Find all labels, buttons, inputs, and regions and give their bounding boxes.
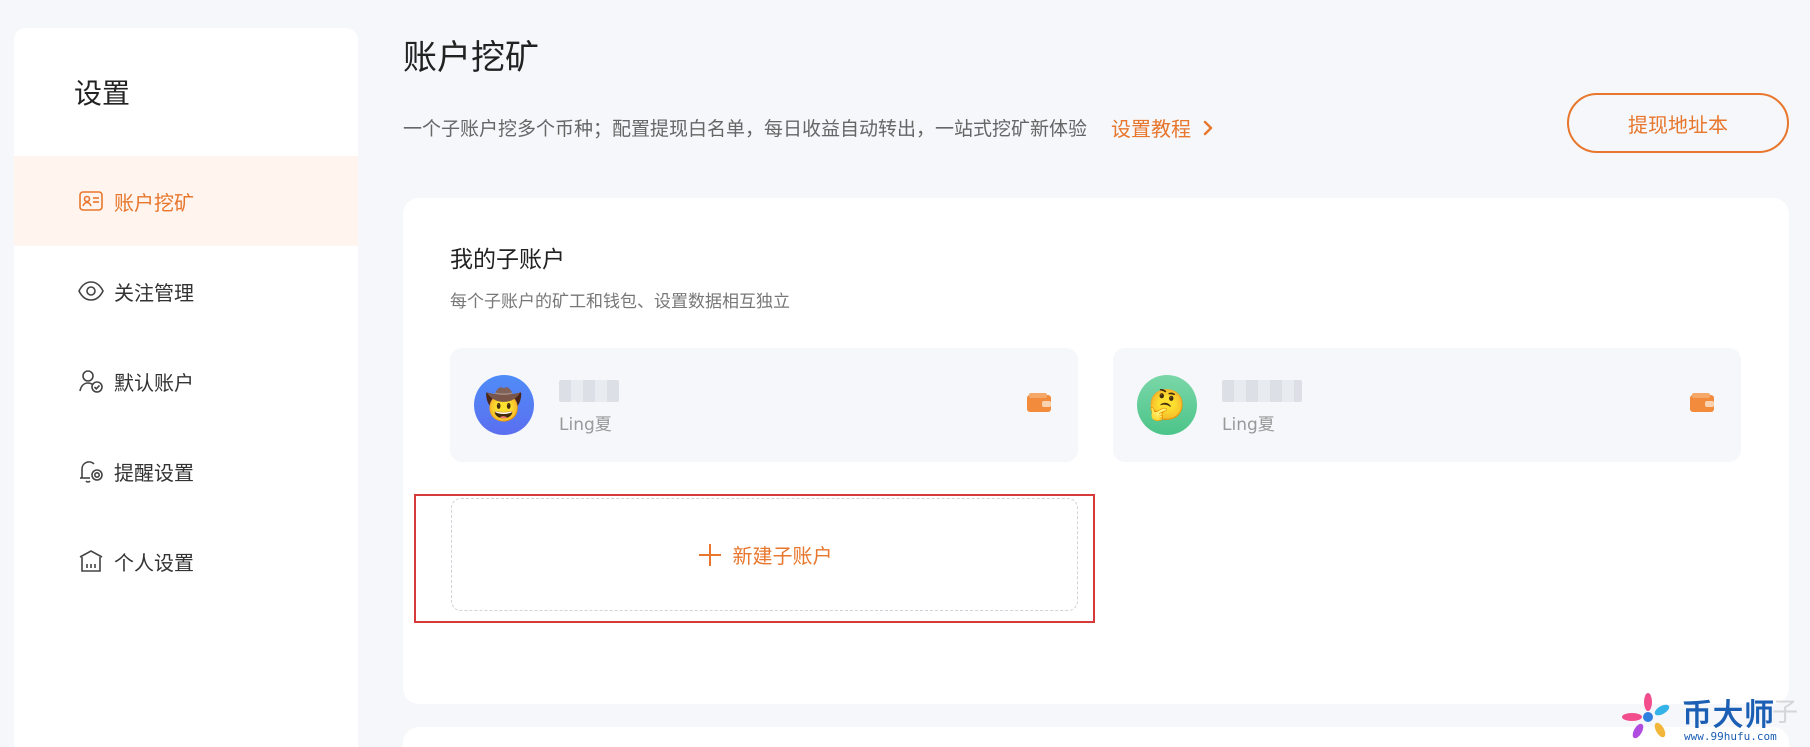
home-icon xyxy=(76,546,106,576)
page-title: 账户挖矿 xyxy=(403,38,539,78)
subaccount-tile[interactable]: 🤠 Ling夏 xyxy=(450,348,1078,462)
watermark-brand: 币大师 xyxy=(1682,698,1775,733)
page-subtitle: 一个子账户挖多个币种；配置提现白名单，每日收益自动转出，一站式挖矿新体验 设置教… xyxy=(403,113,1215,142)
eye-icon xyxy=(76,276,106,306)
subaccounts-description: 每个子账户的矿工和钱包、设置数据相互独立 xyxy=(450,292,790,312)
sidebar-item-default-account[interactable]: 默认账户 xyxy=(14,336,358,426)
flower-logo-icon xyxy=(1622,693,1670,739)
avatar: 🤔 xyxy=(1137,375,1197,435)
sidebar-item-label: 提醒设置 xyxy=(114,460,194,485)
subtitle-text: 一个子账户挖多个币种；配置提现白名单，每日收益自动转出，一站式挖矿新体验 xyxy=(403,118,1088,140)
redacted-name xyxy=(1222,380,1302,402)
subaccounts-card: 我的子账户 每个子账户的矿工和钱包、设置数据相互独立 🤠 Ling夏 🤔 Lin… xyxy=(403,198,1789,704)
new-subaccount-button[interactable]: 新建子账户 xyxy=(451,498,1078,611)
bell-gear-icon xyxy=(76,456,106,486)
sidebar-item-follow-management[interactable]: 关注管理 xyxy=(14,246,358,336)
tutorial-link-label: 设置教程 xyxy=(1111,117,1192,141)
sidebar-title: 设置 xyxy=(74,77,131,110)
sidebar: 设置 账户挖矿 关注管理 默认账户 提醒设置 个人设置 xyxy=(14,28,358,747)
secondary-card xyxy=(403,727,1789,747)
subaccounts-title: 我的子账户 xyxy=(450,247,565,273)
sidebar-item-personal-settings[interactable]: 个人设置 xyxy=(14,516,358,606)
sidebar-item-account-mining[interactable]: 账户挖矿 xyxy=(14,156,358,246)
avatar: 🤠 xyxy=(474,375,534,435)
subaccount-tile[interactable]: 🤔 Ling夏 xyxy=(1113,348,1741,462)
sidebar-item-label: 关注管理 xyxy=(114,280,194,305)
sidebar-item-label: 账户挖矿 xyxy=(114,190,194,215)
wallet-icon[interactable] xyxy=(1689,392,1715,414)
redacted-name xyxy=(559,380,619,402)
watermark-ghost-text: 子 xyxy=(1772,698,1799,728)
new-subaccount-label: 新建子账户 xyxy=(732,544,833,568)
wallet-icon[interactable] xyxy=(1026,392,1052,414)
subaccount-label: Ling夏 xyxy=(1222,415,1275,435)
user-check-icon xyxy=(76,366,106,396)
sidebar-item-label: 默认账户 xyxy=(114,370,194,395)
watermark: 币大师 子 www.99hufu.com xyxy=(1620,690,1800,746)
plus-icon xyxy=(698,543,721,566)
watermark-url: www.99hufu.com xyxy=(1684,730,1777,743)
subaccount-label: Ling夏 xyxy=(559,415,612,435)
sidebar-item-alert-settings[interactable]: 提醒设置 xyxy=(14,426,358,516)
sidebar-item-label: 个人设置 xyxy=(114,550,194,575)
address-book-button[interactable]: 提现地址本 xyxy=(1567,93,1789,153)
tutorial-link[interactable]: 设置教程 xyxy=(1111,113,1215,142)
id-card-icon xyxy=(76,186,106,216)
chevron-right-icon xyxy=(1203,120,1213,135)
